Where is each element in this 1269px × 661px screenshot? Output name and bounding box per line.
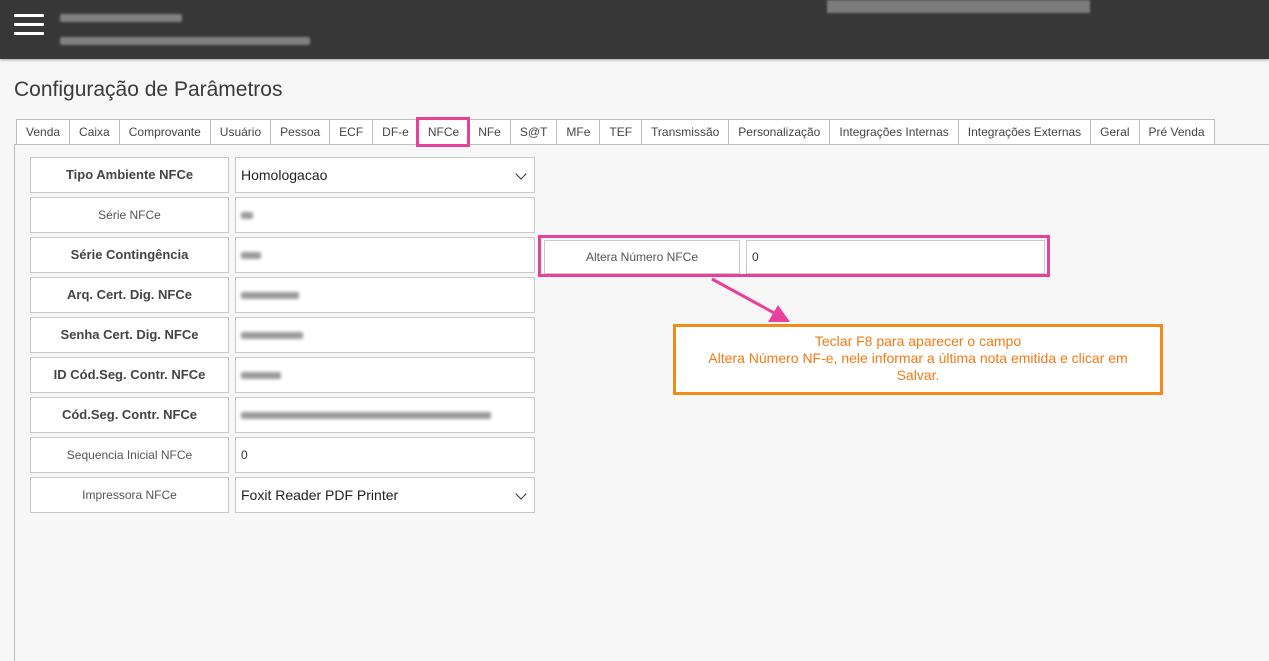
tab-nfce[interactable]: NFCe (415, 117, 471, 147)
redacted-value (241, 372, 281, 380)
impressora-select[interactable]: Foxit Reader PDF Printer (235, 477, 535, 513)
redacted-value (241, 332, 303, 340)
redacted-company-name (60, 14, 182, 22)
altera-numero-label: Altera Número NFCe (544, 240, 740, 274)
senha-cert-label: Senha Cert. Dig. NFCe (30, 317, 229, 353)
tipo-ambiente-label: Tipo Ambiente NFCe (30, 157, 229, 193)
sequencia-inicial-label: Sequencia Inicial NFCe (30, 437, 229, 473)
serie-label: Série NFCe (30, 197, 229, 233)
arq-cert-label: Arq. Cert. Dig. NFCe (30, 277, 229, 313)
serie-contingencia-label: Série Contingência (30, 237, 229, 273)
tab-panel-border (14, 144, 1269, 145)
cod-seg-input[interactable] (235, 397, 535, 433)
hamburger-menu-icon[interactable] (14, 14, 44, 38)
tab-venda[interactable]: Venda (16, 119, 70, 145)
tab-usuario[interactable]: Usuário (209, 119, 271, 145)
redacted-value (241, 292, 299, 300)
arq-cert-input[interactable] (235, 277, 535, 313)
tab-ecf[interactable]: ECF (329, 119, 373, 145)
impressora-value: Foxit Reader PDF Printer (241, 487, 399, 503)
tipo-ambiente-select[interactable]: Homologacao (235, 157, 535, 193)
page-title: Configuração de Parâmetros (14, 78, 283, 101)
id-cod-seg-input[interactable] (235, 357, 535, 393)
note-line-2: Altera Número NF-e, nele informar a últi… (708, 350, 1128, 366)
tab-dfe[interactable]: DF-e (372, 119, 418, 145)
redacted-company-details (60, 37, 310, 45)
chevron-down-icon (515, 168, 527, 180)
tab-pessoa[interactable]: Pessoa (270, 119, 330, 145)
redacted-value (241, 212, 253, 220)
serie-input[interactable] (235, 197, 535, 233)
id-cod-seg-label: ID Cód.Seg. Contr. NFCe (30, 357, 229, 393)
tab-integracoes-externas[interactable]: Integrações Externas (957, 119, 1091, 145)
redacted-status-area (827, 0, 1090, 13)
chevron-down-icon (515, 488, 527, 500)
sequencia-inicial-input[interactable]: 0 (235, 437, 535, 473)
tab-nfe[interactable]: NFe (468, 119, 510, 145)
tipo-ambiente-value: Homologacao (241, 167, 328, 183)
tab-transmissao[interactable]: Transmissão (641, 119, 729, 145)
note-line-3: Salvar. (896, 367, 940, 383)
impressora-label: Impressora NFCe (30, 477, 229, 513)
tab-personalizacao[interactable]: Personalização (728, 119, 830, 145)
top-bar (0, 0, 1269, 59)
tab-bar: Venda Caixa Comprovante Usuário Pessoa E… (16, 117, 1215, 147)
tab-geral[interactable]: Geral (1090, 119, 1139, 145)
note-line-1: Teclar F8 para aparecer o campo (814, 333, 1022, 349)
tab-panel-left-border (14, 144, 15, 661)
tab-comprovante[interactable]: Comprovante (118, 119, 210, 145)
altera-numero-highlight: Altera Número NFCe 0 (538, 235, 1050, 277)
redacted-value (241, 412, 491, 420)
altera-numero-input[interactable]: 0 (746, 240, 1045, 274)
instruction-note: Teclar F8 para aparecer o campo Altera N… (673, 324, 1163, 395)
tab-caixa[interactable]: Caixa (69, 119, 119, 145)
tab-tef[interactable]: TEF (599, 119, 642, 145)
tab-pre-venda[interactable]: Pré Venda (1138, 119, 1215, 145)
tab-mfe[interactable]: MFe (556, 119, 600, 145)
redacted-value (241, 252, 261, 260)
tab-integracoes-internas[interactable]: Integrações Internas (829, 119, 958, 145)
serie-contingencia-input[interactable] (235, 237, 535, 273)
cod-seg-label: Cód.Seg. Contr. NFCe (30, 397, 229, 433)
tab-sat[interactable]: S@T (509, 119, 557, 145)
senha-cert-input[interactable] (235, 317, 535, 353)
